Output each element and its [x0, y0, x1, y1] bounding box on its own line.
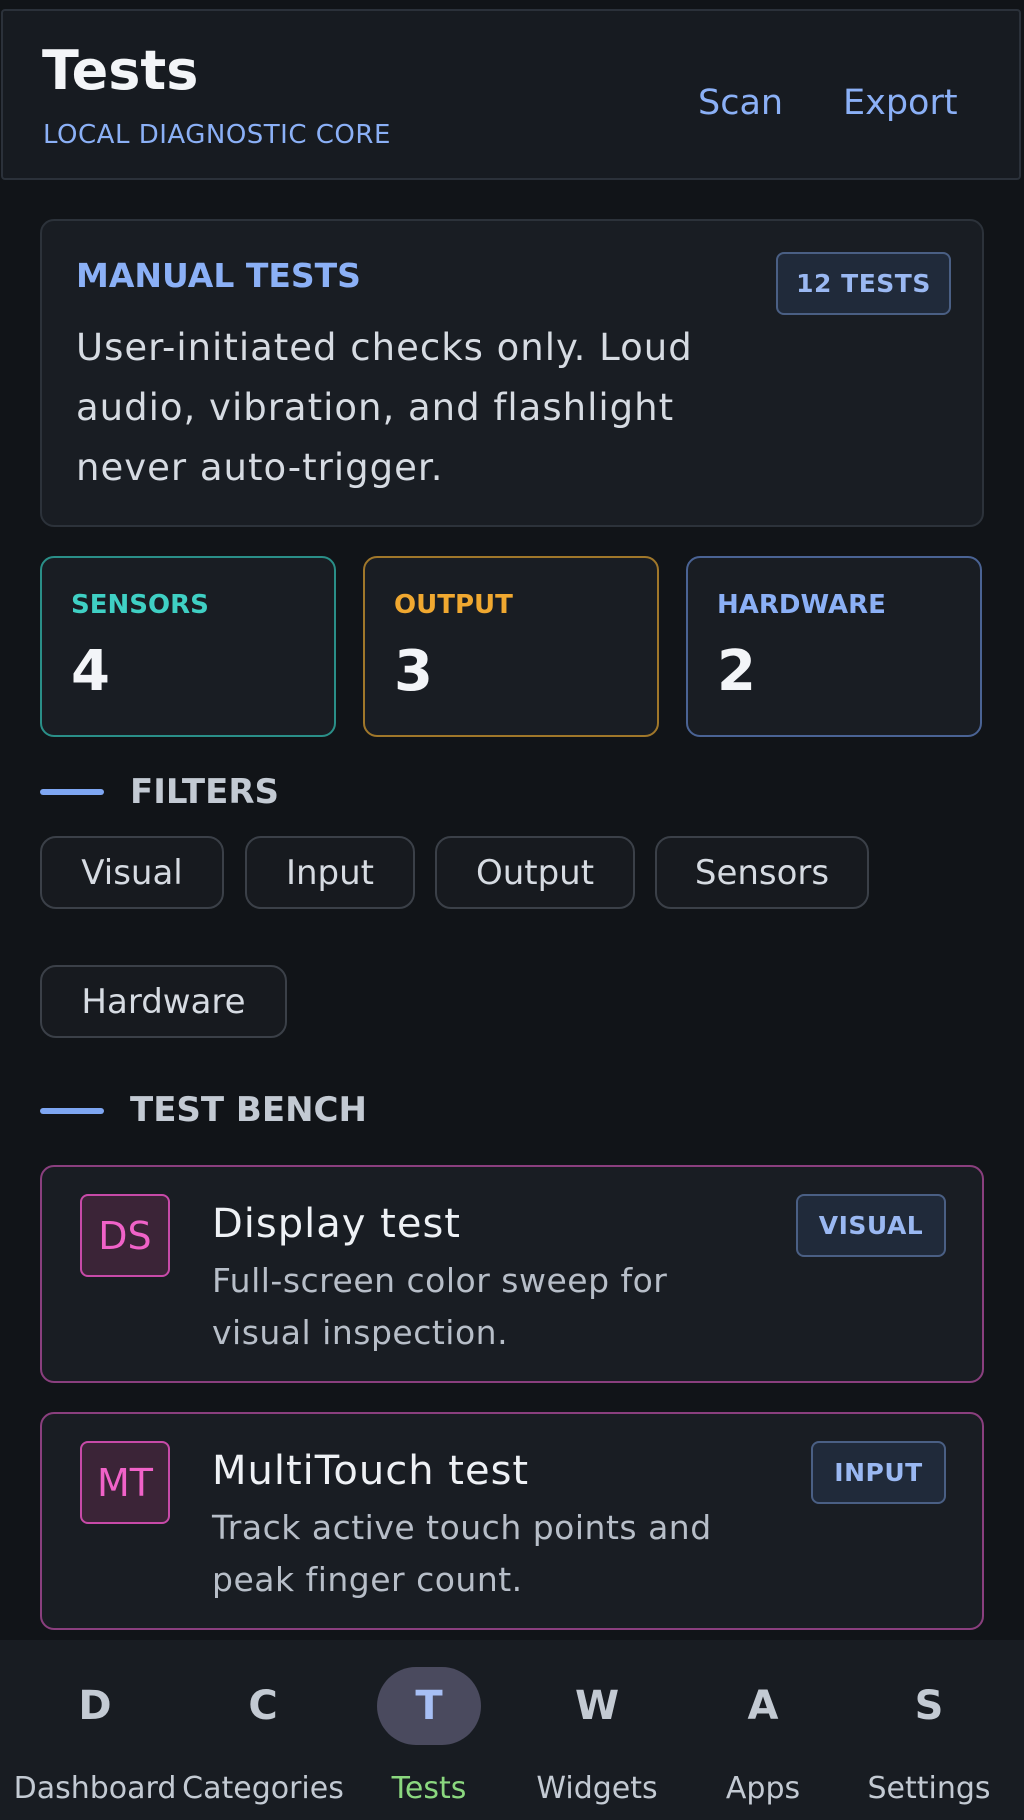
filters-section-title: FILTERS	[130, 772, 279, 812]
test-title: Display test	[212, 1201, 461, 1247]
nav-label: Categories	[182, 1771, 344, 1806]
test-description: Full-screen color sweep for visual inspe…	[212, 1261, 668, 1352]
stat-value: 3	[394, 639, 433, 704]
filters-section-bar	[40, 789, 104, 795]
nav-item-tests[interactable]: T Tests	[344, 1640, 514, 1820]
nav-label: Apps	[725, 1771, 801, 1806]
dashboard-icon: D	[78, 1683, 112, 1729]
test-description: Track active touch points and peak finge…	[212, 1508, 712, 1599]
bottom-nav: D Dashboard C Categories T Tests W Widge…	[0, 1640, 1024, 1820]
apps-icon: A	[747, 1683, 779, 1729]
test-abbr-icon: DS	[80, 1194, 170, 1277]
manual-tests-card: MANUAL TESTS 12 TESTS User-initiated che…	[40, 219, 984, 527]
filter-chip-visual[interactable]: Visual	[40, 836, 224, 909]
stat-label: OUTPUT	[394, 590, 513, 620]
nav-item-widgets[interactable]: W Widgets	[512, 1640, 682, 1820]
nav-label: Settings	[867, 1771, 991, 1806]
page-subtitle: LOCAL DIAGNOSTIC CORE	[43, 120, 391, 150]
test-card-multitouch[interactable]: MT MultiTouch test Track active touch po…	[40, 1412, 984, 1630]
tests-icon: T	[377, 1667, 481, 1745]
filter-chip-output[interactable]: Output	[435, 836, 635, 909]
test-title: MultiTouch test	[212, 1448, 530, 1494]
nav-label: Dashboard	[13, 1771, 177, 1806]
nav-item-settings[interactable]: S Settings	[844, 1640, 1014, 1820]
stat-label: HARDWARE	[717, 590, 886, 620]
test-abbr-icon: MT	[80, 1441, 170, 1524]
stat-hardware[interactable]: HARDWARE 2	[686, 556, 982, 737]
nav-item-apps[interactable]: A Apps	[678, 1640, 848, 1820]
nav-item-categories[interactable]: C Categories	[178, 1640, 348, 1820]
filter-chip-input[interactable]: Input	[245, 836, 415, 909]
test-bench-section-title: TEST BENCH	[130, 1090, 367, 1130]
app-header: Tests LOCAL DIAGNOSTIC CORE Scan Export	[1, 9, 1021, 180]
stat-value: 2	[717, 639, 756, 704]
test-count-badge: 12 TESTS	[776, 252, 951, 315]
nav-label: Tests	[391, 1771, 467, 1806]
test-category-badge: VISUAL	[796, 1194, 946, 1257]
test-category-badge: INPUT	[811, 1441, 946, 1504]
filter-chip-hardware[interactable]: Hardware	[40, 965, 287, 1038]
stat-output[interactable]: OUTPUT 3	[363, 556, 659, 737]
manual-tests-heading: MANUAL TESTS	[76, 256, 361, 295]
widgets-icon: W	[574, 1683, 620, 1729]
settings-icon: S	[914, 1683, 944, 1729]
manual-tests-description: User-initiated checks only. Loud audio, …	[76, 326, 693, 489]
categories-icon: C	[248, 1683, 278, 1729]
stat-sensors[interactable]: SENSORS 4	[40, 556, 336, 737]
test-bench-section-bar	[40, 1108, 104, 1114]
stat-label: SENSORS	[71, 590, 209, 620]
test-card-display[interactable]: DS Display test Full-screen color sweep …	[40, 1165, 984, 1383]
scan-button[interactable]: Scan	[698, 86, 783, 121]
nav-label: Widgets	[536, 1771, 658, 1806]
page-title: Tests	[42, 39, 199, 102]
filter-chip-sensors[interactable]: Sensors	[655, 836, 869, 909]
export-button[interactable]: Export	[843, 86, 958, 121]
stat-value: 4	[71, 639, 110, 704]
nav-item-dashboard[interactable]: D Dashboard	[10, 1640, 180, 1820]
